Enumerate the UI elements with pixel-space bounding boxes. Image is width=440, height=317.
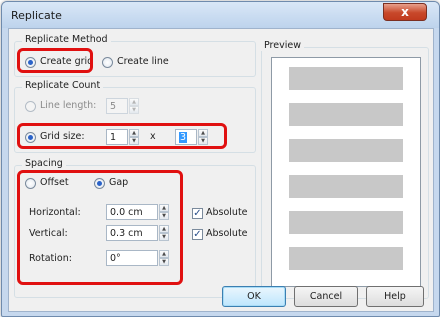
create-grid-radio[interactable] <box>25 57 36 68</box>
gap-label[interactable]: Gap <box>109 177 128 188</box>
ok-button[interactable]: OK <box>222 286 286 307</box>
replicate-count-label: Replicate Count <box>22 80 104 91</box>
spin-down-icon[interactable]: ▼ <box>129 137 139 145</box>
vertical-spinner[interactable]: ▲ ▼ <box>159 225 169 241</box>
spin-up-icon[interactable]: ▲ <box>159 250 169 258</box>
cancel-button[interactable]: Cancel <box>294 286 358 307</box>
spin-up-icon[interactable]: ▲ <box>129 129 139 137</box>
preview-tile <box>289 67 403 90</box>
grid-rows-input[interactable]: 3 <box>175 129 197 145</box>
rotation-label: Rotation: <box>29 253 72 264</box>
preview-tile <box>289 103 403 126</box>
preview-tile <box>289 139 403 162</box>
horizontal-absolute-checkbox[interactable]: ✓ <box>192 208 203 219</box>
grid-size-radio[interactable] <box>25 132 36 143</box>
spin-down-icon[interactable]: ▼ <box>198 137 208 145</box>
spin-up-icon[interactable]: ▲ <box>129 98 139 106</box>
rotation-spinner[interactable]: ▲ ▼ <box>159 250 169 266</box>
grid-size-label[interactable]: Grid size: <box>40 131 85 142</box>
help-button[interactable]: Help <box>366 286 424 307</box>
spin-down-icon[interactable]: ▼ <box>129 106 139 114</box>
preview-tile <box>289 175 403 198</box>
line-length-spinner[interactable]: ▲ ▼ <box>129 98 139 114</box>
horizontal-input[interactable]: 0.0 cm <box>106 204 158 220</box>
grid-rows-spinner[interactable]: ▲ ▼ <box>198 129 208 145</box>
preview-canvas <box>271 57 421 287</box>
horizontal-label: Horizontal: <box>29 207 81 218</box>
grid-rows-value: 3 <box>179 132 188 143</box>
title-bar[interactable]: Replicate x <box>2 2 439 28</box>
preview-label: Preview <box>261 40 304 51</box>
vertical-absolute-checkbox[interactable]: ✓ <box>192 229 203 240</box>
gap-radio[interactable] <box>94 178 105 189</box>
create-line-radio[interactable] <box>102 57 113 68</box>
spin-up-icon[interactable]: ▲ <box>159 225 169 233</box>
line-length-label: Line length: <box>40 100 97 111</box>
dialog-client-area: Replicate Method Create grid Create line… <box>8 28 434 312</box>
create-line-label[interactable]: Create line <box>117 56 169 67</box>
replicate-method-label: Replicate Method <box>22 34 111 45</box>
vertical-input[interactable]: 0.3 cm <box>106 225 158 241</box>
vertical-absolute-label[interactable]: Absolute <box>206 228 248 239</box>
dialog-title: Replicate <box>11 9 62 22</box>
spin-down-icon[interactable]: ▼ <box>159 233 169 241</box>
horizontal-absolute-label[interactable]: Absolute <box>206 207 248 218</box>
spin-up-icon[interactable]: ▲ <box>159 204 169 212</box>
offset-label[interactable]: Offset <box>40 177 69 188</box>
line-length-input[interactable]: 5 <box>106 98 128 114</box>
spin-down-icon[interactable]: ▼ <box>159 212 169 220</box>
grid-columns-spinner[interactable]: ▲ ▼ <box>129 129 139 145</box>
preview-tile <box>289 211 403 234</box>
spin-down-icon[interactable]: ▼ <box>159 258 169 266</box>
preview-tile <box>289 247 403 270</box>
line-length-radio[interactable] <box>25 101 36 112</box>
spin-up-icon[interactable]: ▲ <box>198 129 208 137</box>
horizontal-spinner[interactable]: ▲ ▼ <box>159 204 169 220</box>
close-icon: x <box>401 5 409 19</box>
grid-size-separator: x <box>150 131 156 142</box>
grid-columns-input[interactable]: 1 <box>106 129 128 145</box>
vertical-label: Vertical: <box>29 228 68 239</box>
offset-radio[interactable] <box>25 178 36 189</box>
spacing-label: Spacing <box>22 158 66 169</box>
close-button[interactable]: x <box>383 3 427 21</box>
replicate-dialog: Replicate x Replicate Method Create grid… <box>1 1 440 317</box>
rotation-input[interactable]: 0° <box>106 250 158 266</box>
create-grid-label[interactable]: Create grid <box>40 56 93 67</box>
